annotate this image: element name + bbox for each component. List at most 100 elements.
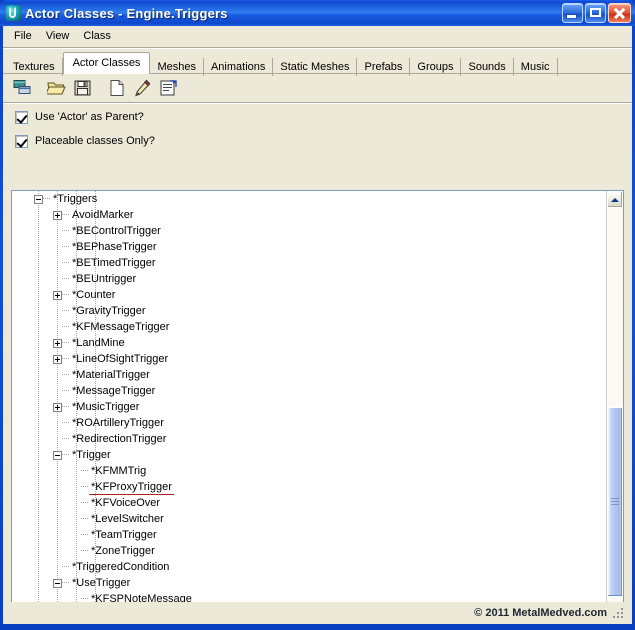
tree-node-spacer	[53, 323, 62, 332]
tree-node-label: *BEPhaseTrigger	[72, 241, 157, 253]
tree-expand-icon[interactable]	[53, 354, 62, 364]
tree-node[interactable]: *GravityTrigger	[12, 303, 607, 319]
tree-node[interactable]: *ZoneTrigger	[12, 543, 607, 559]
use-actor-as-parent-label: Use 'Actor' as Parent?	[35, 111, 144, 123]
tree-node[interactable]: *KFVoiceOver	[12, 495, 607, 511]
cascade-windows-button[interactable]	[11, 77, 35, 100]
tree-connector	[62, 575, 70, 591]
tree-node[interactable]: *KFMMTrig	[12, 463, 607, 479]
class-tree-scrollbar[interactable]	[606, 191, 623, 624]
tree-expand-icon[interactable]	[53, 338, 62, 348]
save-button[interactable]	[71, 77, 95, 100]
tab-actor-classes[interactable]: Actor Classes	[62, 52, 151, 74]
caption-buttons	[562, 3, 631, 23]
scroll-up-icon	[611, 197, 619, 202]
tree-node-spacer	[53, 275, 62, 284]
properties-button[interactable]	[157, 77, 181, 100]
tree-node[interactable]: *TeamTrigger	[12, 527, 607, 543]
tree-node[interactable]: *BEPhaseTrigger	[12, 239, 607, 255]
tree-node-spacer	[53, 387, 62, 396]
tree-node[interactable]: *LandMine	[12, 335, 607, 351]
placeable-classes-only-label: Placeable classes Only?	[35, 135, 155, 147]
resize-grip[interactable]	[611, 606, 626, 621]
tree-node[interactable]: *ROArtilleryTrigger	[12, 415, 607, 431]
menu-item-class[interactable]: Class	[76, 27, 118, 45]
class-tree[interactable]: *Triggers AvoidMarker *BEControlTrigger *BE…	[12, 191, 607, 624]
tree-node[interactable]: *MessageTrigger	[12, 383, 607, 399]
tree-connector	[81, 511, 89, 527]
tree-node-spacer	[53, 419, 62, 428]
status-footer: © 2011 MetalMedved.com	[3, 602, 632, 624]
tree-node-label: *KFVoiceOver	[91, 497, 161, 509]
tree-connector	[62, 383, 70, 399]
tree-node-spacer	[53, 563, 62, 572]
tree-node[interactable]: AvoidMarker	[12, 207, 607, 223]
tree-node[interactable]: *UseTrigger	[12, 575, 607, 591]
tree-node-label: *MaterialTrigger	[72, 369, 150, 381]
tree-expand-icon[interactable]	[53, 210, 62, 220]
scroll-up-arrow[interactable]	[607, 191, 623, 208]
tree-node[interactable]: *KFProxyTrigger	[12, 479, 607, 495]
option-use-actor-as-parent-row[interactable]: Use 'Actor' as Parent?	[3, 106, 632, 128]
tree-connector	[62, 335, 70, 351]
tree-node-label: *Triggers	[53, 193, 98, 205]
open-folder-button[interactable]	[45, 77, 69, 100]
tree-node-label: *KFProxyTrigger	[89, 480, 174, 495]
maximize-button[interactable]	[585, 3, 606, 23]
tree-node-label: *TeamTrigger	[91, 529, 157, 541]
scrollbar-thumb[interactable]	[607, 406, 623, 598]
tree-node[interactable]: *MusicTrigger	[12, 399, 607, 415]
tree-node[interactable]: *Triggers	[12, 191, 607, 207]
tree-collapse-icon[interactable]	[53, 578, 62, 588]
tree-collapse-icon[interactable]	[53, 450, 62, 460]
tree-node-spacer	[72, 483, 81, 492]
tree-node[interactable]: *MaterialTrigger	[12, 367, 607, 383]
edit-pencil-icon	[135, 79, 151, 97]
menu-item-view[interactable]: View	[39, 27, 77, 45]
scrollbar-track[interactable]	[607, 208, 623, 622]
window-title-separator: -	[114, 5, 127, 21]
title-bar[interactable]: Actor Classes - Engine.Triggers	[0, 0, 635, 26]
tree-node-label: *ZoneTrigger	[91, 545, 155, 557]
tree-connector	[62, 255, 70, 271]
tree-node-label: *Counter	[72, 289, 116, 301]
tree-node-spacer	[53, 307, 62, 316]
tree-collapse-icon[interactable]	[34, 194, 43, 204]
tree-connector	[81, 463, 89, 479]
tree-node-label: AvoidMarker	[72, 209, 134, 221]
tree-node[interactable]: *TriggeredCondition	[12, 559, 607, 575]
tree-connector	[62, 319, 70, 335]
close-button[interactable]	[608, 3, 631, 23]
tree-connector	[62, 367, 70, 383]
tree-node[interactable]: *LevelSwitcher	[12, 511, 607, 527]
tree-expand-icon[interactable]	[53, 402, 62, 412]
tree-node-spacer	[72, 515, 81, 524]
tree-node[interactable]: *RedirectionTrigger	[12, 431, 607, 447]
tree-node-label: *UseTrigger	[72, 577, 131, 589]
minimize-button[interactable]	[562, 3, 583, 23]
scrollbar-grip-icon	[611, 496, 619, 507]
tree-node[interactable]: *KFMessageTrigger	[12, 319, 607, 335]
tree-node[interactable]: *LineOfSightTrigger	[12, 351, 607, 367]
use-actor-as-parent-checkbox[interactable]	[15, 110, 28, 124]
tree-node-label: *BEControlTrigger	[72, 225, 161, 237]
tree-node[interactable]: *BEUntrigger	[12, 271, 607, 287]
tree-connector	[62, 271, 70, 287]
tree-connector	[81, 495, 89, 511]
new-document-button[interactable]	[105, 77, 129, 100]
tree-connector	[62, 223, 70, 239]
edit-pencil-button[interactable]	[131, 77, 155, 100]
tree-node[interactable]: *Trigger	[12, 447, 607, 463]
option-placeable-classes-only-row[interactable]: Placeable classes Only?	[3, 130, 632, 152]
placeable-classes-only-checkbox[interactable]	[15, 134, 28, 148]
tree-node-spacer	[53, 435, 62, 444]
tree-node[interactable]: *BEControlTrigger	[12, 223, 607, 239]
tree-node-label: *Trigger	[72, 449, 111, 461]
tree-expand-icon[interactable]	[53, 290, 62, 300]
tree-connector	[43, 191, 51, 207]
toolbar	[3, 74, 632, 103]
tree-node-label: *TriggeredCondition	[72, 561, 170, 573]
tree-node[interactable]: *BETimedTrigger	[12, 255, 607, 271]
tree-node[interactable]: *Counter	[12, 287, 607, 303]
menu-item-file[interactable]: File	[7, 27, 39, 45]
